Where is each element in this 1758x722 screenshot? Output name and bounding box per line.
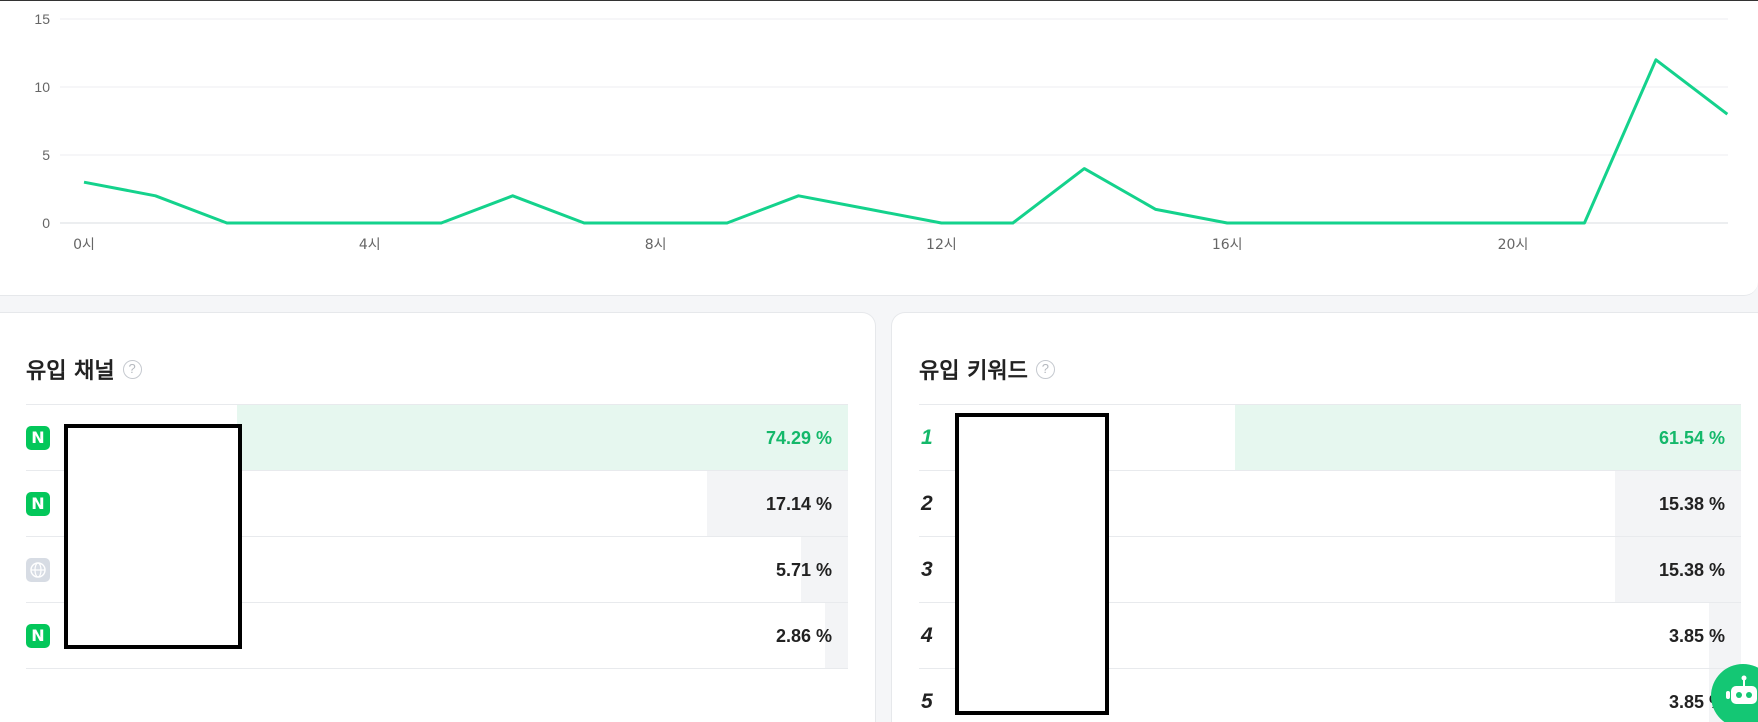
keyword-rank: 5 <box>921 690 933 713</box>
data-point[interactable] <box>1721 108 1733 120</box>
redaction-box <box>955 413 1109 715</box>
panel-title: 유입 채널 ? <box>26 353 142 385</box>
channel-percent: 2.86 % <box>775 626 832 646</box>
y-tick-label: 0 <box>42 215 50 231</box>
inflow-channel-panel: 유입 채널 ? N 74.29 % N 17.14 % 5.71 % N 2.8… <box>0 312 876 722</box>
channel-percent: 5.71 % <box>775 560 832 580</box>
data-point[interactable] <box>650 217 662 229</box>
data-point[interactable] <box>578 217 590 229</box>
data-point[interactable] <box>78 176 90 188</box>
data-point[interactable] <box>793 190 805 202</box>
naver-icon: N <box>26 426 50 450</box>
hourly-line-chart: 0 5 10 15 0시 4시 8시 12시 16시 20시 <box>34 11 1733 253</box>
panel-title: 유입 키워드 ? <box>919 353 1055 385</box>
data-point[interactable] <box>1078 163 1090 175</box>
x-tick-label: 4시 <box>359 237 381 253</box>
data-point[interactable] <box>1221 217 1233 229</box>
keyword-rank: 2 <box>921 492 933 515</box>
data-point[interactable] <box>1293 217 1305 229</box>
keyword-percent: 61.54 % <box>1658 428 1725 448</box>
x-tick-label: 16시 <box>1212 237 1243 253</box>
channel-share-bar <box>237 405 848 470</box>
keyword-percent: 3.85 % <box>1668 626 1725 646</box>
data-point[interactable] <box>1650 54 1662 66</box>
x-tick-label: 12시 <box>926 237 957 253</box>
data-point[interactable] <box>1507 217 1519 229</box>
data-point[interactable] <box>721 217 733 229</box>
x-tick-label: 20시 <box>1498 237 1529 253</box>
data-point[interactable] <box>149 190 161 202</box>
globe-icon <box>26 558 50 582</box>
robot-icon <box>1726 675 1757 704</box>
data-point[interactable] <box>935 217 947 229</box>
data-point[interactable] <box>221 217 233 229</box>
series-line <box>83 58 1729 225</box>
help-icon[interactable]: ? <box>1035 359 1055 379</box>
y-tick-label: 5 <box>42 147 50 163</box>
channel-percent: 17.14 % <box>765 494 832 514</box>
data-point[interactable] <box>1007 217 1019 229</box>
keyword-rank: 4 <box>921 624 933 647</box>
naver-icon: N <box>26 624 50 648</box>
keyword-percent: 15.38 % <box>1658 560 1725 580</box>
data-point[interactable] <box>1150 203 1162 215</box>
channel-title: 유입 채널 <box>26 359 115 384</box>
naver-icon: N <box>26 492 50 516</box>
y-tick-label: 15 <box>34 11 50 27</box>
channel-percent: 74.29 % <box>765 428 832 448</box>
help-icon[interactable]: ? <box>122 359 142 379</box>
data-point[interactable] <box>1578 217 1590 229</box>
keyword-rank: 1 <box>921 426 933 449</box>
keyword-rank: 3 <box>921 558 933 581</box>
redaction-box <box>64 424 242 649</box>
data-point[interactable] <box>292 217 304 229</box>
data-point[interactable] <box>864 203 876 215</box>
data-point[interactable] <box>364 217 376 229</box>
keyword-percent: 15.38 % <box>1658 494 1725 514</box>
keyword-title: 유입 키워드 <box>919 359 1028 384</box>
y-tick-label: 10 <box>34 79 50 95</box>
inflow-keyword-panel: 유입 키워드 ? 1 61.54 % 2 15.38 % 3 15.38 % 4… <box>891 312 1758 722</box>
hourly-chart-card: 0 5 10 15 0시 4시 8시 12시 16시 20시 <box>0 0 1758 296</box>
x-tick-label: 0시 <box>73 237 95 253</box>
data-point[interactable] <box>1436 217 1448 229</box>
x-tick-label: 8시 <box>645 237 667 253</box>
data-point[interactable] <box>1364 217 1376 229</box>
chatbot-button[interactable] <box>1711 664 1758 722</box>
data-point[interactable] <box>435 217 447 229</box>
data-point[interactable] <box>507 190 519 202</box>
